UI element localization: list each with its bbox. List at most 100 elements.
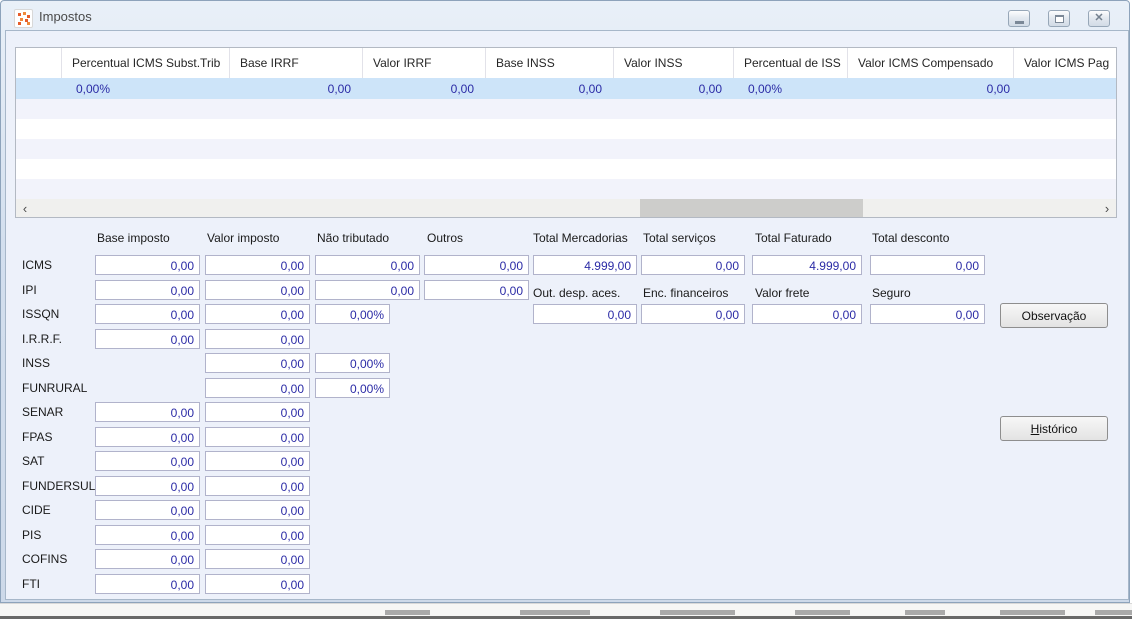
- grid-cell-base-inss: 0,00: [578, 81, 602, 96]
- out-desp-aces-input[interactable]: [533, 304, 637, 324]
- label-inss: INSS: [22, 356, 51, 370]
- screen: Impostos ✕ Percentual ICMS Subst.Trib Ba…: [0, 0, 1132, 619]
- fti-valor-input[interactable]: [205, 574, 310, 594]
- grid-header-valor-icms-pag[interactable]: Valor ICMS Pag: [1014, 48, 1116, 78]
- total-faturado-input[interactable]: [752, 255, 862, 275]
- icms-nao-tributado-input[interactable]: [315, 255, 420, 275]
- label-fundersul: FUNDERSUL: [22, 479, 96, 493]
- fti-base-input[interactable]: [95, 574, 200, 594]
- grid-empty-row: [16, 179, 1116, 199]
- label-sat: SAT: [22, 454, 45, 468]
- background-text-fragment: [1095, 610, 1132, 615]
- ipi-nao-tributado-input[interactable]: [315, 280, 420, 300]
- grid-header-valor-icms-compensado[interactable]: Valor ICMS Compensado: [848, 48, 1014, 78]
- maximize-icon: [1054, 14, 1064, 23]
- title-bar[interactable]: Impostos ✕: [2, 2, 1130, 31]
- grid-cell-selector: [16, 78, 62, 99]
- header-outros: Outros: [427, 231, 464, 245]
- funrural-valor-input[interactable]: [205, 378, 310, 398]
- label-fti: FTI: [22, 577, 40, 591]
- icms-outros-input[interactable]: [424, 255, 529, 275]
- inss-valor-input[interactable]: [205, 353, 310, 373]
- grid-header-valor-irrf[interactable]: Valor IRRF: [363, 48, 486, 78]
- cofins-valor-input[interactable]: [205, 549, 310, 569]
- minimize-icon: [1014, 20, 1024, 24]
- header-out-desp-aces: Out. desp. aces.: [533, 286, 621, 300]
- minimize-button[interactable]: [1008, 10, 1030, 27]
- grid-header-base-inss[interactable]: Base INSS: [486, 48, 614, 78]
- scrollbar-thumb[interactable]: [640, 199, 863, 217]
- icms-valor-input[interactable]: [205, 255, 310, 275]
- label-funrural: FUNRURAL: [22, 381, 88, 395]
- total-mercadorias-input[interactable]: [533, 255, 637, 275]
- label-cide: CIDE: [22, 503, 51, 517]
- background-text-fragment: [660, 610, 735, 615]
- header-valor-imposto: Valor imposto: [207, 231, 280, 245]
- issqn-percent-input[interactable]: [315, 304, 390, 324]
- grid-header-row: Percentual ICMS Subst.Trib Base IRRF Val…: [16, 48, 1116, 78]
- background-text-fragment: [385, 610, 430, 615]
- horizontal-scrollbar[interactable]: ‹ ›: [16, 199, 1116, 217]
- valor-frete-input[interactable]: [752, 304, 862, 324]
- enc-financeiros-input[interactable]: [641, 304, 745, 324]
- scroll-left-arrow-icon[interactable]: ‹: [16, 199, 34, 217]
- observacao-button[interactable]: Observação: [1000, 303, 1108, 328]
- total-servicos-input[interactable]: [641, 255, 745, 275]
- pis-valor-input[interactable]: [205, 525, 310, 545]
- label-fpas: FPAS: [22, 430, 53, 444]
- header-total-faturado: Total Faturado: [755, 231, 832, 245]
- ipi-valor-input[interactable]: [205, 280, 310, 300]
- senar-valor-input[interactable]: [205, 402, 310, 422]
- grid-cell-percentual-de-iss: 0,00%: [748, 81, 783, 96]
- ipi-base-input[interactable]: [95, 280, 200, 300]
- inss-percent-input[interactable]: [315, 353, 390, 373]
- cide-valor-input[interactable]: [205, 500, 310, 520]
- scrollbar-track[interactable]: [34, 199, 1098, 217]
- header-enc-financeiros: Enc. financeiros: [643, 286, 729, 300]
- app-icon[interactable]: [14, 9, 33, 28]
- fpas-valor-input[interactable]: [205, 427, 310, 447]
- grid-header-base-irrf[interactable]: Base IRRF: [230, 48, 363, 78]
- grid-empty-row: [16, 99, 1116, 119]
- ipi-outros-input[interactable]: [424, 280, 529, 300]
- header-valor-frete: Valor frete: [755, 286, 810, 300]
- funrural-percent-input[interactable]: [315, 378, 390, 398]
- label-issqn: ISSQN: [22, 307, 60, 321]
- sat-valor-input[interactable]: [205, 451, 310, 471]
- label-senar: SENAR: [22, 405, 64, 419]
- cide-base-input[interactable]: [95, 500, 200, 520]
- label-pis: PIS: [22, 528, 42, 542]
- pis-base-input[interactable]: [95, 525, 200, 545]
- maximize-button[interactable]: [1048, 10, 1070, 27]
- scroll-right-arrow-icon[interactable]: ›: [1098, 199, 1116, 217]
- fpas-base-input[interactable]: [95, 427, 200, 447]
- close-button[interactable]: ✕: [1088, 10, 1110, 27]
- grid-cell-valor-irrf: 0,00: [450, 81, 474, 96]
- label-ipi: IPI: [22, 283, 37, 297]
- grid-empty-row: [16, 159, 1116, 179]
- historico-button[interactable]: Histórico: [1000, 416, 1108, 441]
- background-text-fragment: [1000, 610, 1065, 615]
- grid-header-valor-inss[interactable]: Valor INSS: [614, 48, 734, 78]
- irrf-valor-input[interactable]: [205, 329, 310, 349]
- icms-base-input[interactable]: [95, 255, 200, 275]
- label-icms: ICMS: [22, 258, 52, 272]
- issqn-valor-input[interactable]: [205, 304, 310, 324]
- issqn-base-input[interactable]: [95, 304, 200, 324]
- grid-cell-base-irrf: 0,00: [327, 81, 351, 96]
- header-total-desconto: Total desconto: [872, 231, 950, 245]
- fundersul-base-input[interactable]: [95, 476, 200, 496]
- sat-base-input[interactable]: [95, 451, 200, 471]
- cofins-base-input[interactable]: [95, 549, 200, 569]
- seguro-input[interactable]: [870, 304, 985, 324]
- total-desconto-input[interactable]: [870, 255, 985, 275]
- grid-header-percentual-de-iss[interactable]: Percentual de ISS: [734, 48, 848, 78]
- senar-base-input[interactable]: [95, 402, 200, 422]
- grid-cell-valor-icms-pag: [1014, 78, 1116, 99]
- fundersul-valor-input[interactable]: [205, 476, 310, 496]
- grid-cell-valor-icms-compensado: 0,00: [986, 81, 1010, 96]
- irrf-base-input[interactable]: [95, 329, 200, 349]
- grid-header-selector[interactable]: [16, 48, 62, 78]
- grid-header-percentual-icms-subst-trib[interactable]: Percentual ICMS Subst.Trib: [62, 48, 230, 78]
- grid-selected-row[interactable]: 0,00% 0,00 0,00 0,00 0,00 0,00% 0,00: [16, 78, 1116, 99]
